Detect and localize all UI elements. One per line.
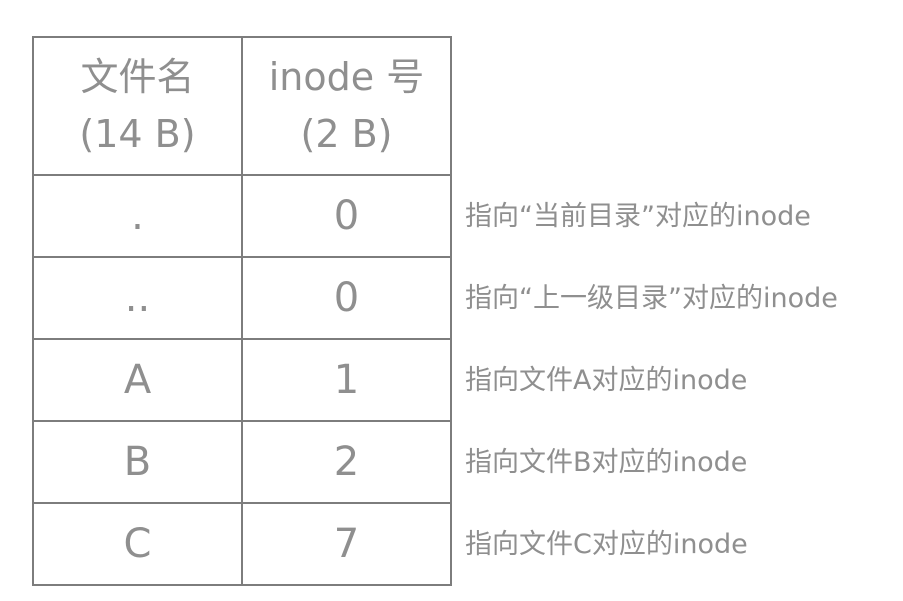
cell-filename: A xyxy=(32,338,243,422)
table-row-file-c: C 7 xyxy=(32,502,452,586)
table-row-current-dir: . 0 xyxy=(32,174,452,258)
cell-inode: 2 xyxy=(241,420,452,504)
cell-inode: 7 xyxy=(241,502,452,586)
cell-filename: B xyxy=(32,420,243,504)
annotation-file-b: 指向文件B对应的inode xyxy=(465,447,748,478)
annotation-file-c: 指向文件C对应的inode xyxy=(465,529,748,560)
header-inode-label: inode 号 xyxy=(268,55,425,99)
cell-inode: 1 xyxy=(241,338,452,422)
header-inode: inode 号 (2 B) xyxy=(241,36,452,176)
header-inode-size: (2 B) xyxy=(300,112,393,156)
cell-inode: 0 xyxy=(241,256,452,340)
header-filename-size: (14 B) xyxy=(79,112,196,156)
table-row-file-b: B 2 xyxy=(32,420,452,504)
cell-filename: C xyxy=(32,502,243,586)
header-filename: 文件名 (14 B) xyxy=(32,36,243,176)
cell-inode: 0 xyxy=(241,174,452,258)
table-row-file-a: A 1 xyxy=(32,338,452,422)
annotation-file-a: 指向文件A对应的inode xyxy=(465,365,748,396)
cell-filename: .. xyxy=(32,256,243,340)
header-filename-label: 文件名 xyxy=(80,55,195,99)
cell-filename: . xyxy=(32,174,243,258)
directory-entry-table: 文件名 (14 B) inode 号 (2 B) . 0 .. 0 A 1 B … xyxy=(32,36,452,586)
annotation-parent-dir: 指向“上一级目录”对应的inode xyxy=(465,283,838,314)
annotation-current-dir: 指向“当前目录”对应的inode xyxy=(465,201,811,232)
table-header-row: 文件名 (14 B) inode 号 (2 B) xyxy=(32,36,452,176)
table-row-parent-dir: .. 0 xyxy=(32,256,452,340)
